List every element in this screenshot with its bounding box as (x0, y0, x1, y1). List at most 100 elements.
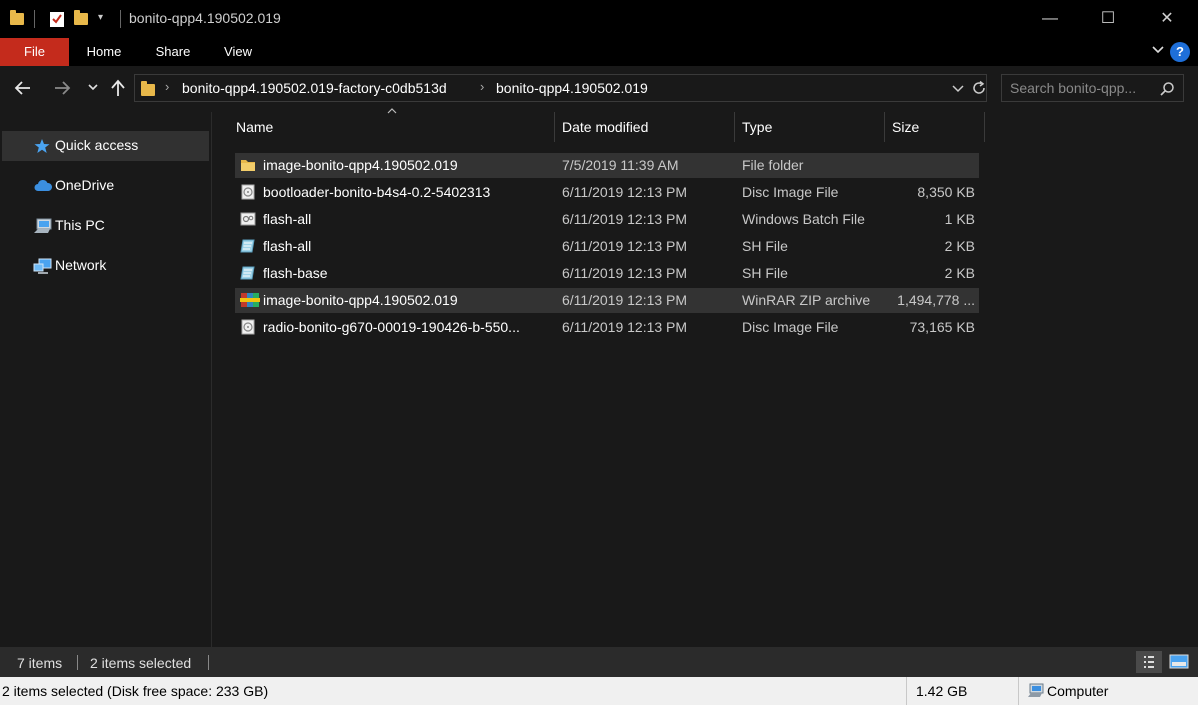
tab-file[interactable]: File (0, 38, 69, 66)
winrar-icon (240, 292, 256, 308)
network-icon (33, 258, 51, 274)
chevron-down-icon (83, 80, 103, 96)
forward-button[interactable] (50, 78, 74, 102)
file-type: SH File (742, 238, 882, 254)
breadcrumb-item[interactable]: bonito-qpp4.190502.019-factory-c0db513d (182, 80, 447, 96)
details-view-button[interactable] (1136, 651, 1162, 673)
breadcrumb-item[interactable]: bonito-qpp4.190502.019 (496, 80, 648, 96)
customize-quick-access-icon[interactable]: ▾ (98, 12, 114, 30)
search-input[interactable] (1010, 80, 1160, 96)
up-button[interactable] (106, 78, 130, 102)
status-bar: 7 items 2 items selected (0, 647, 1198, 677)
selected-count: 2 items selected (90, 655, 191, 671)
folder-icon (141, 81, 155, 93)
file-name: image-bonito-qpp4.190502.019 (263, 292, 548, 308)
file-date-modified: 6/11/2019 12:13 PM (562, 265, 732, 281)
new-folder-icon[interactable] (74, 10, 90, 28)
file-type: WinRAR ZIP archive (742, 292, 882, 308)
minimize-button[interactable]: — (1021, 0, 1079, 38)
tab-view[interactable]: View (218, 38, 258, 66)
file-type: Disc Image File (742, 184, 882, 200)
file-date-modified: 6/11/2019 12:13 PM (562, 238, 732, 254)
title-bar: ▾ bonito-qpp4.190502.019 — ☐ ✕ (0, 0, 1198, 38)
sh-file-icon (240, 238, 256, 254)
recent-locations-button[interactable] (81, 80, 105, 100)
file-row[interactable]: flash-all 6/11/2019 12:13 PM SH File 2 KB (235, 234, 979, 259)
file-name: flash-base (263, 265, 548, 281)
file-row[interactable]: flash-base6/11/2019 12:13 PMSH File2 KB (235, 261, 979, 286)
column-header-size[interactable]: Size (885, 112, 984, 142)
batch-file-icon (240, 211, 256, 227)
help-icon[interactable]: ? (1170, 42, 1190, 62)
file-row[interactable]: bootloader-bonito-b4s4-0.2-5402313 6/11/2… (235, 180, 979, 205)
file-list: Name Date modified Type Size image-bonit… (212, 112, 1198, 647)
back-arrow-icon (13, 78, 33, 98)
expand-ribbon-chevron-icon[interactable] (1148, 43, 1168, 61)
location-label: Computer (1047, 683, 1108, 699)
file-size: 2 KB (890, 238, 975, 254)
tab-share[interactable]: Share (150, 38, 196, 66)
folder-icon (10, 10, 26, 28)
file-size: 8,350 KB (890, 184, 975, 200)
item-count: 7 items (17, 655, 62, 671)
window-title: bonito-qpp4.190502.019 (129, 10, 281, 26)
file-row[interactable]: image-bonito-qpp4.190502.019 7/5/2019 11:… (235, 153, 979, 178)
file-date-modified: 6/11/2019 12:13 PM (562, 184, 732, 200)
file-date-modified: 6/11/2019 12:13 PM (562, 292, 732, 308)
large-icons-view-button[interactable] (1166, 651, 1192, 673)
disc-image-icon (240, 184, 256, 200)
file-row[interactable]: radio-bonito-g670-00019-190426-b-550...6… (235, 315, 979, 340)
file-name: image-bonito-qpp4.190502.019 (263, 157, 548, 173)
maximize-button[interactable]: ☐ (1079, 0, 1137, 38)
refresh-icon[interactable] (971, 80, 987, 99)
file-row[interactable]: flash-all6/11/2019 12:13 PMWindows Batch… (235, 207, 979, 232)
file-type: Disc Image File (742, 319, 882, 335)
column-header-date-modified[interactable]: Date modified (555, 112, 734, 142)
sidebar-item-quick-access[interactable]: Quick access (2, 131, 209, 161)
file-type: Windows Batch File (742, 211, 882, 227)
computer-icon (1027, 683, 1045, 702)
disc-image-icon (240, 319, 256, 335)
column-header-type[interactable]: Type (735, 112, 884, 142)
selection-details: 2 items selected (Disk free space: 233 G… (2, 683, 268, 699)
file-size: 1,494,778 ... (890, 292, 975, 308)
details-bar: 2 items selected (Disk free space: 233 G… (0, 677, 1198, 705)
close-button[interactable]: ✕ (1138, 0, 1196, 38)
computer-icon (33, 218, 51, 234)
sidebar-item-onedrive[interactable]: OneDrive (2, 171, 209, 201)
file-name: flash-all (263, 238, 548, 254)
address-dropdown-icon[interactable] (951, 82, 965, 98)
file-size: 2 KB (890, 265, 975, 281)
sidebar-item-label: OneDrive (55, 177, 114, 193)
tab-home[interactable]: Home (80, 38, 128, 66)
large-icons-view-icon (1166, 651, 1192, 673)
breadcrumb-chevron-icon[interactable]: › (480, 79, 484, 94)
file-name: bootloader-bonito-b4s4-0.2-5402313 (263, 184, 548, 200)
details-view-icon (1136, 651, 1162, 673)
back-button[interactable] (11, 78, 35, 102)
sh-file-icon (240, 265, 256, 281)
sidebar-item-this-pc[interactable]: This PC (2, 211, 209, 241)
address-bar[interactable]: › bonito-qpp4.190502.019-factory-c0db513… (134, 74, 987, 102)
ribbon-tabs: File Home Share View ? (0, 38, 1198, 66)
search-icon[interactable] (1159, 81, 1175, 100)
sidebar-item-label: Quick access (55, 137, 138, 153)
breadcrumb-chevron-icon[interactable]: › (165, 79, 169, 94)
star-icon (33, 138, 51, 154)
properties-icon[interactable] (49, 10, 65, 28)
folder-icon (240, 157, 256, 173)
selection-size: 1.42 GB (916, 683, 967, 699)
file-row[interactable]: image-bonito-qpp4.190502.019 6/11/2019 12… (235, 288, 979, 313)
column-header-name[interactable]: Name (229, 112, 554, 142)
navigation-pane: Quick access OneDrive This PC Network (0, 112, 212, 647)
file-type: File folder (742, 157, 882, 173)
file-name: flash-all (263, 211, 548, 227)
up-arrow-icon (108, 78, 128, 98)
file-date-modified: 7/5/2019 11:39 AM (562, 157, 732, 173)
cloud-icon (33, 178, 51, 194)
file-size: 1 KB (890, 211, 975, 227)
forward-arrow-icon (52, 78, 72, 98)
search-box[interactable] (1001, 74, 1184, 102)
sidebar-item-network[interactable]: Network (2, 251, 209, 281)
file-date-modified: 6/11/2019 12:13 PM (562, 319, 732, 335)
